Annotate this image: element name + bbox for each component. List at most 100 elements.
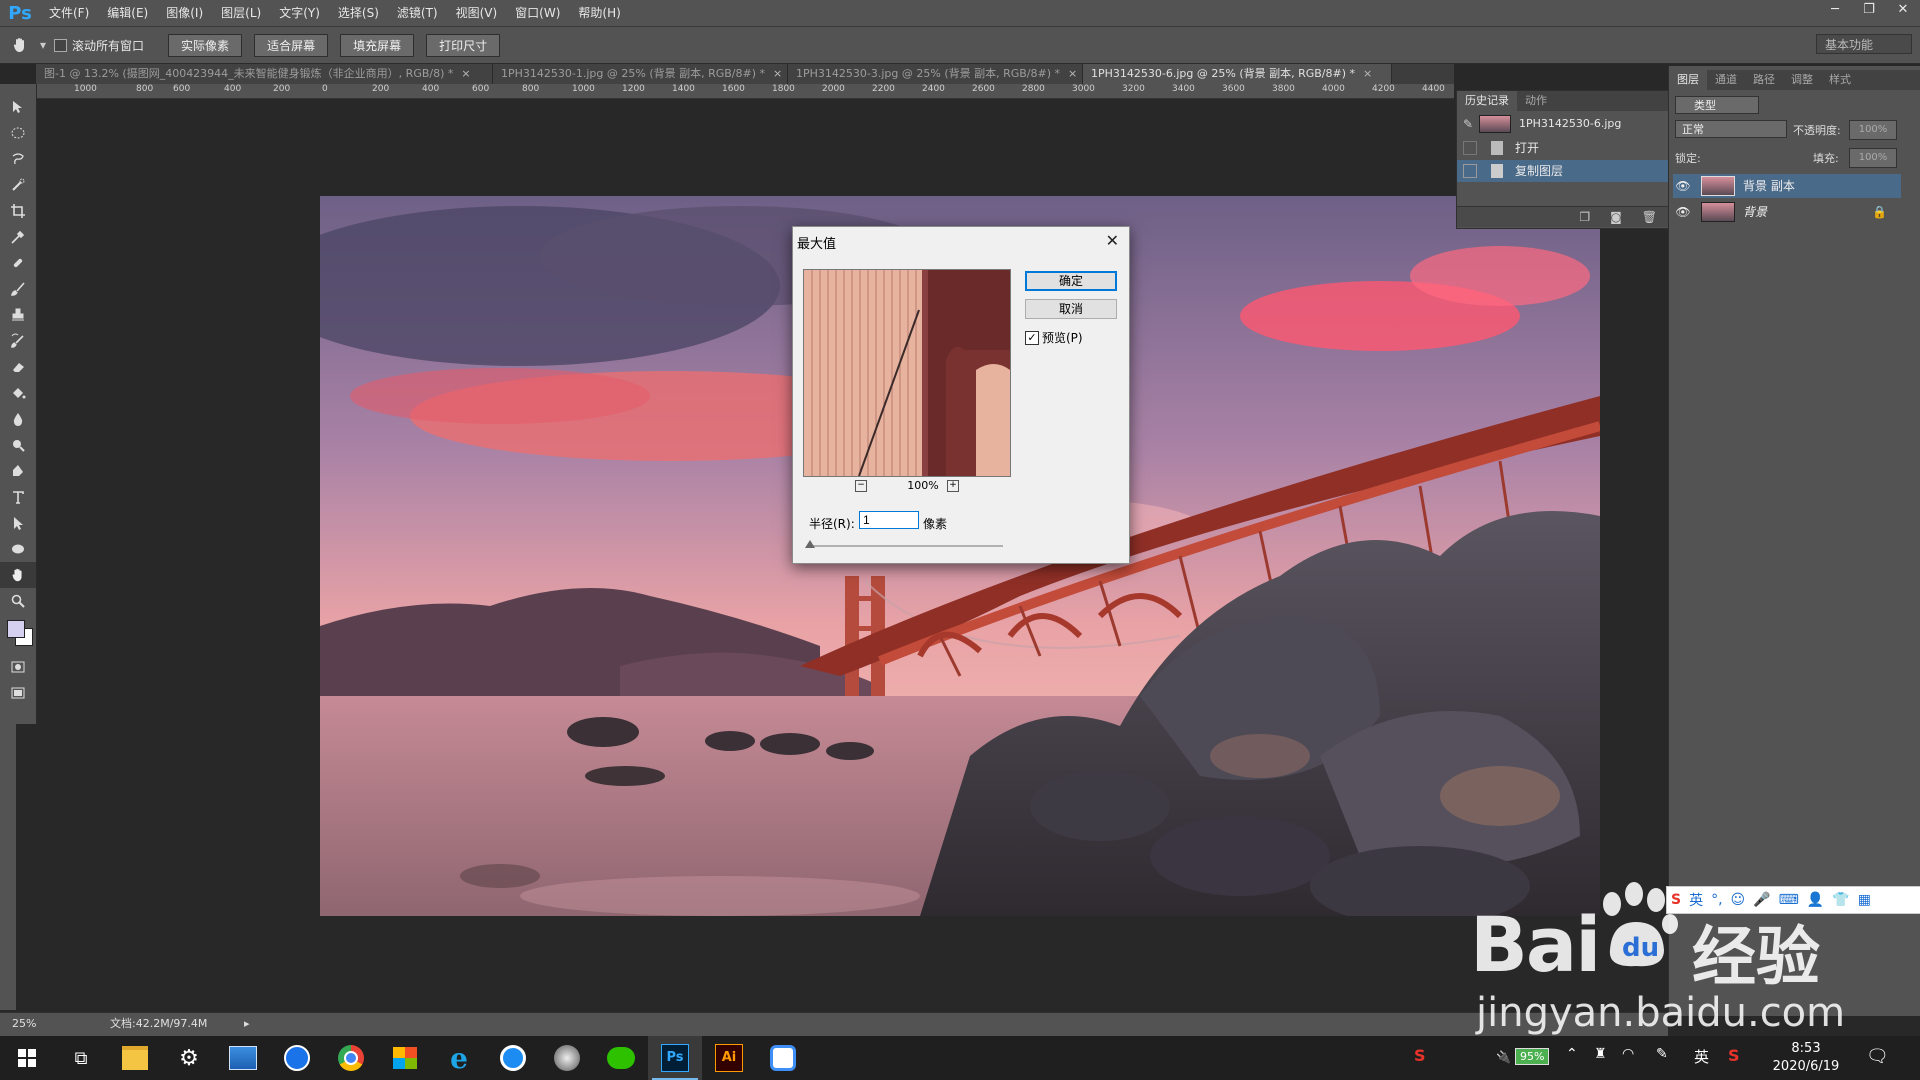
wechat-button[interactable] [594, 1036, 648, 1080]
close-icon[interactable]: × [461, 67, 470, 80]
ime-lang-label[interactable]: 英 [1689, 890, 1703, 910]
hand-tool-icon[interactable] [0, 36, 40, 54]
chevron-down-icon[interactable]: ▾ [40, 38, 46, 52]
doc-tab-4[interactable]: 1PH3142530-6.jpg @ 25% (背景 副本, RGB/8#) *… [1083, 64, 1392, 84]
system-clock[interactable]: 8:53 2020/6/19 [1766, 1040, 1846, 1076]
tab-styles[interactable]: 样式 [1821, 70, 1859, 90]
shape-tool[interactable] [0, 536, 36, 562]
hand-tool[interactable] [0, 562, 36, 588]
clock-app-button[interactable] [270, 1036, 324, 1080]
sogou-tray-icon[interactable]: S [1414, 1046, 1426, 1065]
blur-tool[interactable] [0, 406, 36, 432]
menu-layer[interactable]: 图层(L) [212, 0, 270, 26]
settings-button[interactable]: ⚙ [162, 1036, 216, 1080]
pen-tray-icon[interactable]: ✎ [1656, 1046, 1668, 1062]
radius-slider-thumb[interactable] [805, 540, 815, 548]
history-checkbox[interactable] [1463, 141, 1477, 155]
print-size-button[interactable]: 打印尺寸 [426, 33, 501, 57]
tab-channels[interactable]: 通道 [1707, 70, 1745, 90]
doc-tab-1[interactable]: 图-1 @ 13.2% (摄图网_400423944_未来智能健身锻炼（非企业商… [36, 64, 493, 84]
fit-screen-button[interactable]: 适合屏幕 [254, 33, 329, 57]
workspace-select[interactable]: 基本功能 [1816, 34, 1912, 54]
menu-edit[interactable]: 编辑(E) [98, 0, 157, 26]
fill-input[interactable]: 100% [1849, 148, 1897, 168]
layer-row-background-copy[interactable]: 👁 背景 副本 [1673, 174, 1901, 198]
quick-mask-tool[interactable] [0, 654, 36, 680]
eye-icon[interactable]: 👁 [1673, 200, 1693, 224]
tab-actions[interactable]: 动作 [1517, 91, 1555, 111]
user-icon[interactable]: 👤 [1807, 892, 1824, 908]
store-button[interactable] [378, 1036, 432, 1080]
input-language[interactable]: 英 [1694, 1046, 1709, 1067]
layer-row-background[interactable]: 👁 背景 🔒 [1673, 200, 1901, 224]
history-checkbox[interactable] [1463, 164, 1477, 178]
antivirus-tray-icon[interactable]: ♜ [1594, 1046, 1607, 1062]
lasso-tool[interactable] [0, 146, 36, 172]
history-brush-tool[interactable] [0, 328, 36, 354]
menu-window[interactable]: 窗口(W) [506, 0, 569, 26]
healing-tool[interactable] [0, 250, 36, 276]
tab-paths[interactable]: 路径 [1745, 70, 1783, 90]
ok-button[interactable]: 确定 [1025, 271, 1117, 291]
sogou-logo-icon[interactable]: S [1671, 892, 1681, 908]
radius-slider-track[interactable] [807, 545, 1003, 547]
new-document-icon[interactable]: ❐ [1579, 210, 1590, 224]
eyedropper-tool[interactable] [0, 224, 36, 250]
sogou-tray-icon-2[interactable]: S [1728, 1046, 1740, 1065]
checkmark-icon[interactable]: ✓ [1025, 330, 1039, 345]
move-tool[interactable] [0, 94, 36, 120]
zoom-level[interactable]: 25% [12, 1013, 36, 1035]
menu-select[interactable]: 选择(S) [329, 0, 388, 26]
emoji-icon[interactable]: ☺ [1731, 892, 1746, 908]
opacity-input[interactable]: 100% [1849, 120, 1897, 140]
camera-icon[interactable]: ◙ [1610, 210, 1622, 224]
minimize-button[interactable]: ─ [1818, 0, 1852, 22]
actual-pixels-button[interactable]: 实际像素 [168, 33, 243, 57]
photoshop-button[interactable]: Ps [648, 1036, 702, 1080]
battery-indicator[interactable]: 🔌 95% [1496, 1048, 1550, 1065]
status-menu-arrow-icon[interactable]: ▸ [244, 1013, 250, 1035]
stamp-tool[interactable] [0, 302, 36, 328]
menu-filter[interactable]: 滤镜(T) [388, 0, 447, 26]
menu-file[interactable]: 文件(F) [40, 0, 98, 26]
tab-adjustments[interactable]: 调整 [1783, 70, 1821, 90]
quick-select-tool[interactable] [0, 172, 36, 198]
history-item-open[interactable]: 打开 [1457, 137, 1669, 159]
zoom-in-button[interactable]: + [947, 480, 959, 492]
crop-tool[interactable] [0, 198, 36, 224]
illustrator-button[interactable]: Ai [702, 1036, 756, 1080]
menu-type[interactable]: 文字(Y) [270, 0, 329, 26]
doc-tab-3[interactable]: 1PH3142530-3.jpg @ 25% (背景 副本, RGB/8#) *… [788, 64, 1083, 84]
chevron-up-icon[interactable]: ⌃ [1566, 1046, 1578, 1062]
media-player-button[interactable] [540, 1036, 594, 1080]
cancel-button[interactable]: 取消 [1025, 299, 1117, 319]
task-view-button[interactable]: ⧉ [54, 1036, 108, 1080]
ie-button[interactable]: e [432, 1036, 486, 1080]
keyboard-icon[interactable]: ⌨ [1779, 892, 1799, 908]
microphone-icon[interactable]: 🎤 [1753, 892, 1770, 908]
fill-screen-button[interactable]: 填充屏幕 [340, 33, 415, 57]
scroll-all-checkbox[interactable] [54, 38, 68, 52]
path-select-tool[interactable] [0, 510, 36, 536]
menu-view[interactable]: 视图(V) [447, 0, 507, 26]
paint-bucket-tool[interactable] [0, 380, 36, 406]
radius-input[interactable] [859, 511, 919, 529]
menu-image[interactable]: 图像(I) [157, 0, 212, 26]
start-button[interactable] [0, 1036, 54, 1080]
wifi-icon[interactable]: ◠ [1622, 1046, 1634, 1062]
notification-icon[interactable]: 🗨 [1866, 1046, 1889, 1067]
zoom-tool[interactable] [0, 588, 36, 614]
layer-filter-select[interactable]: 类型 [1675, 96, 1759, 114]
zoom-out-button[interactable]: − [855, 480, 867, 492]
tab-history[interactable]: 历史记录 [1457, 91, 1517, 111]
eye-icon[interactable]: 👁 [1673, 174, 1693, 198]
skin-icon[interactable]: 👕 [1832, 892, 1849, 908]
brush-tool[interactable] [0, 276, 36, 302]
pen-tool[interactable] [0, 458, 36, 484]
close-icon[interactable]: ✕ [1106, 231, 1119, 250]
foreground-color[interactable] [7, 620, 25, 638]
history-snapshot[interactable]: ✎ 1PH3142530-6.jpg [1457, 113, 1669, 135]
close-window-button[interactable]: ✕ [1886, 0, 1920, 22]
photos-button[interactable] [216, 1036, 270, 1080]
close-icon[interactable]: × [1363, 67, 1372, 80]
